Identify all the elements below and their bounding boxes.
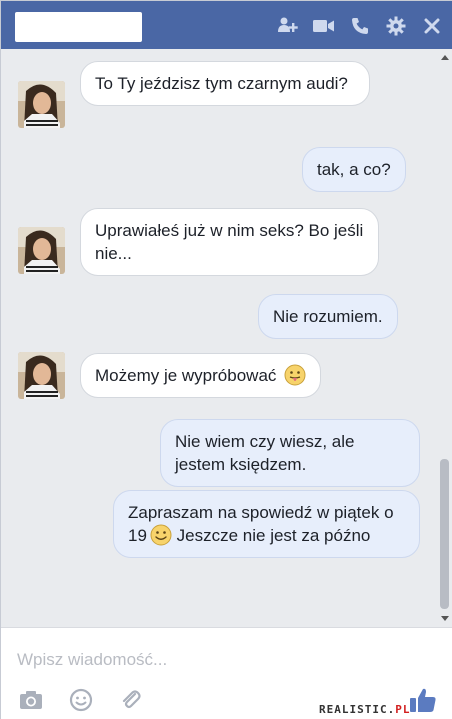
scroll-up-arrow[interactable] — [441, 55, 449, 60]
message-text: Nie wiem czy wiesz, ale jestem księdzem. — [175, 432, 355, 474]
message-bubble-outgoing[interactable]: Zapraszam na spowiedź w piątek o 19 Jesz… — [113, 490, 420, 558]
composer-tools — [17, 686, 145, 714]
message-text: Uprawiałeś już w nim seks? Bo jeśli nie.… — [95, 221, 364, 263]
watermark: REALISTIC.PL — [319, 703, 410, 716]
message-bubble-outgoing[interactable]: Nie wiem czy wiesz, ale jestem księdzem. — [160, 419, 420, 487]
gear-icon[interactable] — [385, 15, 407, 37]
avatar[interactable] — [18, 352, 65, 399]
contact-name-redacted[interactable] — [15, 12, 142, 42]
message-bubble-incoming[interactable]: Uprawiałeś już w nim seks? Bo jeśli nie.… — [80, 208, 379, 276]
header-actions — [277, 13, 443, 39]
watermark-suffix: PL — [395, 703, 411, 716]
message-bubble-incoming[interactable]: Możemy je wypróbować — [80, 353, 322, 398]
message-input[interactable]: Wpisz wiadomość... — [17, 650, 167, 670]
avatar[interactable] — [18, 81, 65, 128]
message-text: Możemy je wypróbować — [95, 366, 277, 385]
scrollbar[interactable] — [437, 49, 452, 627]
chat-window: To Ty jeździsz tym czarnym audi? tak, a … — [0, 0, 452, 719]
message-bubble-outgoing[interactable]: Nie rozumiem. — [258, 294, 398, 339]
thumbs-up-icon[interactable] — [408, 685, 438, 715]
avatar[interactable] — [18, 227, 65, 274]
message-bubble-outgoing[interactable]: tak, a co? — [302, 147, 406, 192]
close-icon[interactable] — [421, 15, 443, 37]
add-friend-icon[interactable] — [277, 15, 299, 37]
attachment-icon[interactable] — [117, 686, 145, 714]
message-bubble-incoming[interactable]: To Ty jeździsz tym czarnym audi? — [80, 61, 370, 106]
message-text: tak, a co? — [317, 160, 391, 179]
camera-icon[interactable] — [17, 686, 45, 714]
message-text: Jeszcze nie jest za późno — [176, 526, 371, 545]
message-text: Nie rozumiem. — [273, 307, 383, 326]
scroll-thumb[interactable] — [440, 459, 449, 609]
message-text: To Ty jeździsz tym czarnym audi? — [95, 74, 348, 93]
watermark-main: REALISTIC. — [319, 703, 396, 716]
tongue-face-emoji — [284, 364, 306, 386]
chat-header — [1, 1, 452, 49]
phone-icon[interactable] — [349, 15, 371, 37]
scroll-down-arrow[interactable] — [441, 616, 449, 621]
video-call-icon[interactable] — [313, 15, 335, 37]
emoji-icon[interactable] — [67, 686, 95, 714]
smile-emoji — [150, 524, 172, 546]
message-list[interactable]: To Ty jeździsz tym czarnym audi? tak, a … — [1, 49, 452, 627]
